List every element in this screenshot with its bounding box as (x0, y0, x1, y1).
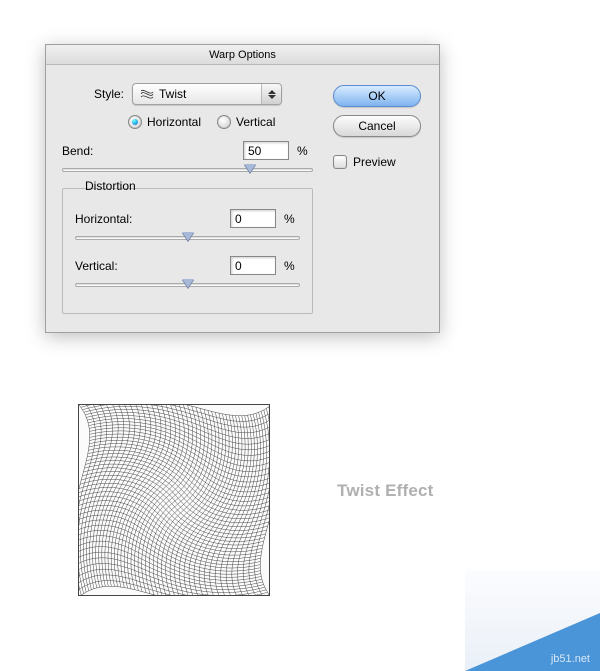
dist-h-slider[interactable] (75, 230, 300, 246)
percent-label: % (297, 144, 313, 158)
vertical-radio-label: Vertical (236, 115, 275, 129)
bend-label: Bend: (62, 144, 93, 158)
twist-effect-preview (78, 404, 270, 596)
horizontal-radio-label: Horizontal (147, 115, 201, 129)
bend-slider[interactable] (62, 162, 313, 178)
percent-label: % (284, 259, 300, 273)
style-dropdown[interactable]: Twist (132, 83, 282, 105)
percent-label: % (284, 212, 300, 226)
style-label: Style: (62, 87, 124, 101)
dist-v-label: Vertical: (75, 259, 118, 273)
twist-effect-caption: Twist Effect (337, 481, 434, 501)
dist-h-label: Horizontal: (75, 212, 132, 226)
slider-thumb-icon (182, 279, 194, 288)
preview-checkbox[interactable] (333, 155, 347, 169)
dist-v-slider[interactable] (75, 277, 300, 293)
twist-style-icon (139, 86, 155, 102)
style-dropdown-value: Twist (159, 87, 186, 101)
preview-label: Preview (353, 155, 396, 169)
watermark-text: jb51.net (551, 653, 590, 665)
ok-button[interactable]: OK (333, 85, 421, 107)
vertical-radio[interactable] (217, 115, 231, 129)
slider-thumb-icon (182, 232, 194, 241)
bend-input[interactable] (243, 141, 289, 160)
horizontal-radio[interactable] (128, 115, 142, 129)
slider-thumb-icon (244, 164, 256, 173)
warp-options-dialog: Warp Options Style: Twist Horizontal (45, 44, 440, 333)
dist-v-input[interactable] (230, 256, 276, 275)
dropdown-arrows-icon (261, 84, 281, 104)
dist-h-input[interactable] (230, 209, 276, 228)
dialog-title: Warp Options (46, 45, 439, 65)
cancel-button[interactable]: Cancel (333, 115, 421, 137)
